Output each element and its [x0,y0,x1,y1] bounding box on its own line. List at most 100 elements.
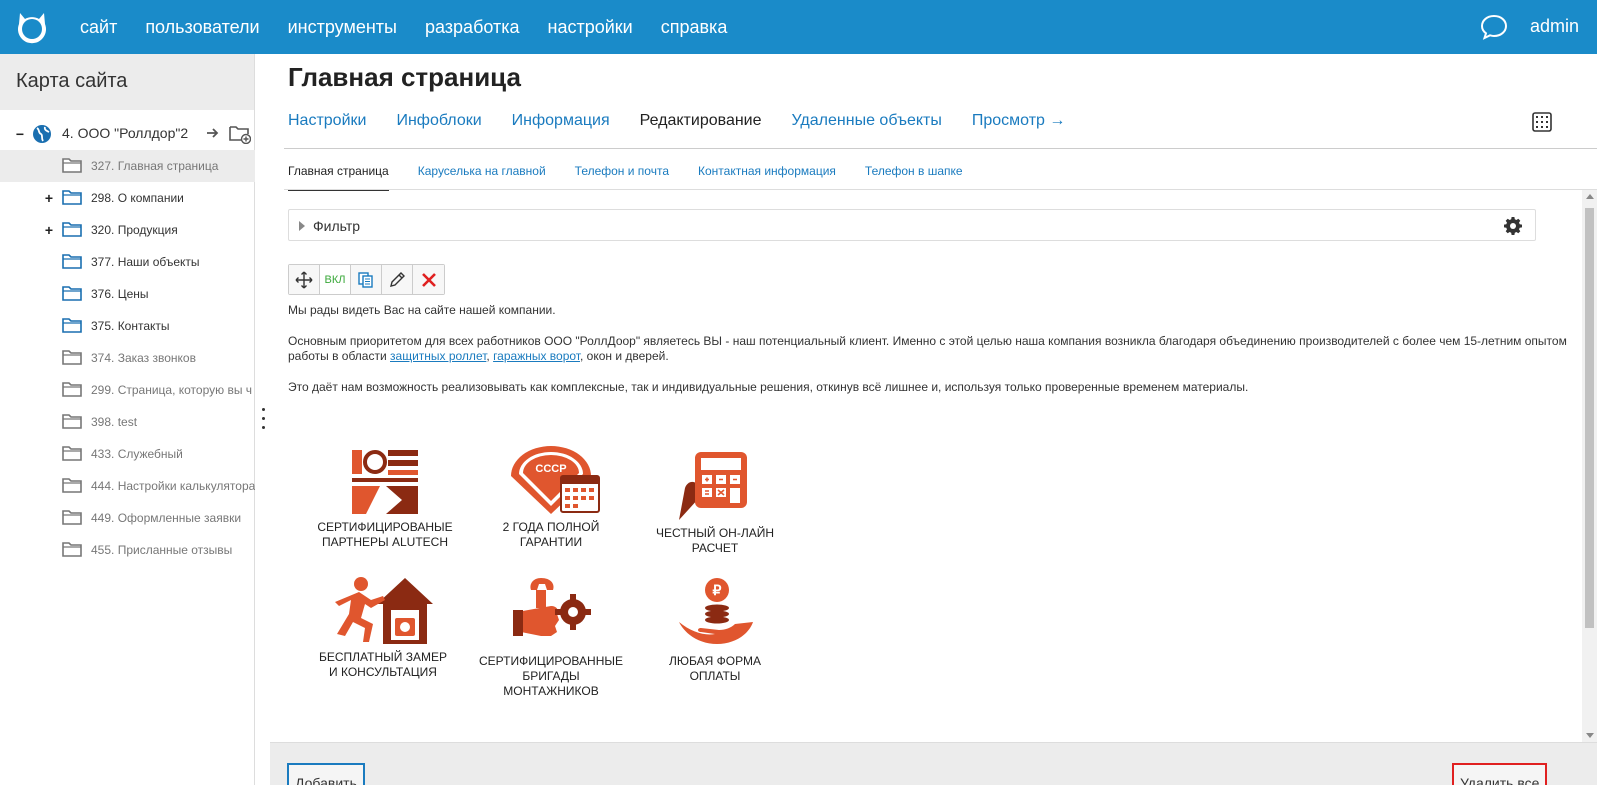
priority-paragraph: Основным приоритетом для всех работников… [288,334,1568,364]
tree-item-label[interactable]: 299. Страница, которую вы ч [91,383,252,397]
tree-item-label[interactable]: 374. Заказ звонков [91,351,196,365]
filter-label[interactable]: Фильтр [313,218,360,234]
scroll-up-arrow-icon[interactable] [1586,194,1594,199]
tree-item-label[interactable]: 376. Цены [91,287,149,301]
feature-item: ₽ ЛЮБАЯ ФОРМА ОПЛАТЫ [640,576,790,684]
expand-caret-icon[interactable] [299,221,305,231]
subtab-carousel[interactable]: Каруселька на главной [418,164,546,191]
expand-icon[interactable]: + [43,222,55,238]
nav-site[interactable]: сайт [80,17,117,38]
tree-item[interactable]: 398. test [0,406,255,438]
feature-item: ЧЕСТНЫЙ ОН-ЛАЙН РАСЧЕТ [640,448,790,556]
folder-icon [62,540,82,558]
tree-item[interactable]: +298. О компании [0,182,255,214]
subtab-phone-email[interactable]: Телефон и почта [575,164,669,191]
tree-item-label[interactable]: 327. Главная страница [91,159,218,173]
svg-text:₽: ₽ [713,582,722,598]
feature-caption: 2 ГОДА ПОЛНОЙ ГАРАНТИИ [502,520,600,549]
tree-item[interactable]: 377. Наши объекты [0,246,255,278]
tree-item-label[interactable]: 444. Настройки калькулятора [91,479,255,493]
page-text: Мы рады видеть Вас на сайте нашей компан… [288,303,1568,411]
expand-icon[interactable]: + [43,190,55,206]
tree-item[interactable]: 374. Заказ звонков [0,342,255,374]
toggle-on-button[interactable]: ВКЛ [320,265,351,294]
nav-development[interactable]: разработка [425,17,520,38]
tab-editing[interactable]: Редактирование [640,112,762,144]
tree-root-item[interactable]: − 4. ООО "Роллдор"2 [0,118,255,150]
nav-settings[interactable]: настройки [548,17,633,38]
tree-item[interactable]: 449. Оформленные заявки [0,502,255,534]
tab-information[interactable]: Информация [512,112,610,144]
tree-item[interactable]: +320. Продукция [0,214,255,246]
add-folder-icon[interactable] [229,124,252,147]
tree-item-label[interactable]: 398. test [91,415,137,429]
paragraph-text: , окон и дверей. [579,349,669,363]
edit-button[interactable] [382,265,413,294]
sidebar: Карта сайта − 4. ООО "Роллдор"2 327. Главн… [0,54,255,785]
grid-view-icon[interactable] [1532,112,1552,132]
feature-caption: СЕРТИФИЦИРОВАННЫЕ БРИГАДЫ МОНТАЖНИКОВ [479,654,623,698]
nav-users[interactable]: пользователи [145,17,259,38]
arrow-right-icon[interactable] [206,126,220,143]
subtab-header-phone[interactable]: Телефон в шапке [865,164,963,191]
filter-panel[interactable]: Фильтр [288,209,1536,241]
main-panel: Главная страница Настройки Инфоблоки Инф… [270,54,1597,785]
tree-item-label[interactable]: 320. Продукция [91,223,178,237]
feature-item: СЕРТИФИЦИРОВАНЫЕ ПАРТНЕРЫ ALUTECH [310,448,460,550]
tree-item-label[interactable]: 298. О компании [91,191,184,205]
tree-item[interactable]: 375. Контакты [0,310,255,342]
action-footer: Добавить Удалить все [270,742,1597,785]
tab-infoblocks[interactable]: Инфоблоки [396,112,481,144]
subtab-contact-info[interactable]: Контактная информация [698,164,836,191]
gear-icon[interactable] [1503,216,1523,236]
feature-item: СЕРТИФИЦИРОВАННЫЕ БРИГАДЫ МОНТАЖНИКОВ [476,576,626,699]
delete-button[interactable] [413,265,444,294]
tree-item[interactable]: 299. Страница, которую вы ч [0,374,255,406]
wrench-hand-gear-icon [513,578,591,636]
tab-deleted-objects[interactable]: Удаленные объекты [792,112,942,144]
page-title: Главная страница [288,62,521,92]
feature-item: СССР 2 ГОДА ПОЛНОЙ ГАРАНТИИ [476,446,626,550]
copy-button[interactable] [351,265,382,294]
nav-help[interactable]: справка [661,17,728,38]
tree-item-label[interactable]: 375. Контакты [91,319,170,333]
scroll-thumb[interactable] [1585,208,1594,628]
splitter-handle[interactable] [262,408,266,436]
intro-paragraph: Мы рады видеть Вас на сайте нашей компан… [288,303,556,317]
tree-item[interactable]: 455. Присланные отзывы [0,534,255,566]
tab-settings[interactable]: Настройки [288,112,366,144]
copy-icon [358,271,373,288]
content-scrollbar[interactable] [1582,190,1597,742]
tree-item[interactable]: 327. Главная страница [0,150,255,182]
add-button[interactable]: Добавить [287,763,365,785]
chat-icon[interactable] [1480,13,1508,41]
tree-item-label[interactable]: 433. Служебный [91,447,183,461]
tree-item[interactable]: 376. Цены [0,278,255,310]
subtab-home-page[interactable]: Главная страница [288,164,389,191]
coins-hand-icon: ₽ [679,578,753,644]
features-grid: СЕРТИФИЦИРОВАНЫЕ ПАРТНЕРЫ ALUTECH СССР 2 … [288,438,808,742]
sub-tabs: Главная страница Каруселька на главной Т… [288,164,992,191]
nav-tools[interactable]: инструменты [288,17,397,38]
netcat-logo-icon[interactable] [15,10,49,44]
folder-icon [62,252,82,270]
scroll-down-arrow-icon[interactable] [1586,733,1594,738]
move-button[interactable] [289,265,320,294]
tree-item-label[interactable]: 455. Присланные отзывы [91,543,232,557]
delete-all-button[interactable]: Удалить все [1452,763,1548,785]
collapse-icon[interactable]: − [14,126,26,142]
link-garage-doors[interactable]: гаражных ворот [493,349,580,363]
tree-item-label[interactable]: 449. Оформленные заявки [91,511,241,525]
user-name[interactable]: admin [1530,16,1579,37]
tree-item[interactable]: 444. Настройки калькулятора [0,470,255,502]
tree-item-label[interactable]: 377. Наши объекты [91,255,200,269]
feature-caption: ЛЮБАЯ ФОРМА ОПЛАТЫ [669,654,761,683]
tab-preview[interactable]: Просмотр → [972,112,1066,144]
tree-item[interactable]: 433. Служебный [0,438,255,470]
feature-item: БЕСПЛАТНЫЙ ЗАМЕР И КОНСУЛЬТАЦИЯ [308,574,458,680]
link-roller-shutters[interactable]: защитных роллет [390,349,486,363]
site-tree: − 4. ООО "Роллдор"2 327. Главная страница +… [0,118,255,566]
runner-house-icon [335,577,433,644]
tree-item-label[interactable]: 4. ООО "Роллдор"2 [62,125,188,141]
folder-icon [62,444,82,462]
